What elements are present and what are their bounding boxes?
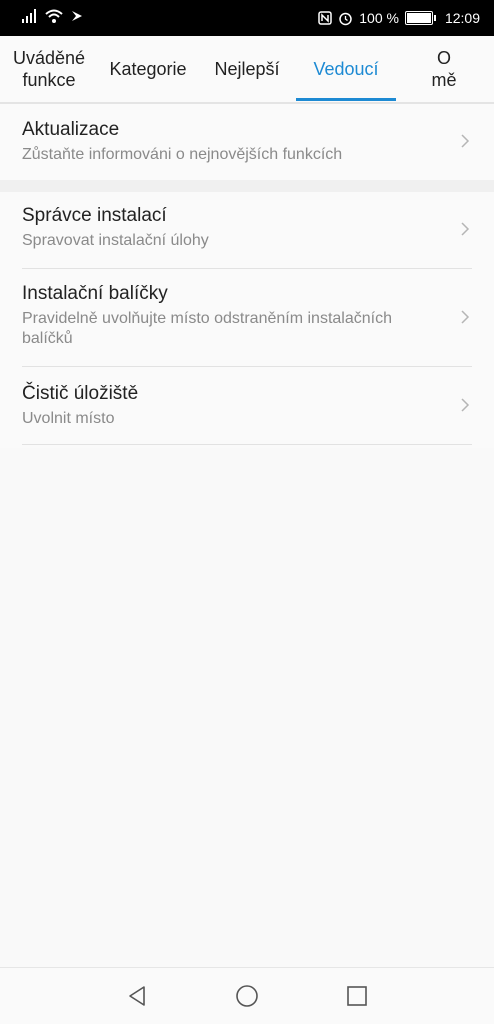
- signal-icon: [22, 9, 36, 23]
- battery-percent: 100 %: [359, 10, 399, 26]
- install-manager-row[interactable]: Správce instalací Spravovat instalační ú…: [22, 204, 472, 258]
- tab-featured[interactable]: Uváděné funkce: [4, 36, 94, 102]
- tab-categories-label: Kategorie: [109, 59, 187, 79]
- section-divider: [0, 180, 494, 192]
- tab-top-label: Nejlepší: [214, 59, 280, 79]
- install-packages-title: Instalační balíčky: [22, 283, 168, 304]
- updates-row[interactable]: Aktualizace Zůstaňte informováni o nejno…: [22, 118, 472, 168]
- recents-icon[interactable]: [345, 984, 369, 1008]
- chevron-right-icon: [461, 134, 470, 148]
- row-divider: [22, 366, 472, 367]
- row-divider: [22, 268, 472, 269]
- updates-section: Aktualizace Zůstaňte informováni o nejno…: [0, 104, 494, 180]
- install-packages-subtitle: Pravidelně uvolňujte místo odstraněním i…: [22, 310, 392, 347]
- tab-featured-label: Uváděné funkce: [12, 48, 86, 90]
- chevron-right-icon: [461, 222, 470, 236]
- tab-me-label: O mě: [431, 48, 457, 90]
- tab-leading[interactable]: Vedoucí: [296, 36, 396, 102]
- home-icon[interactable]: [235, 984, 259, 1008]
- chevron-right-icon: [461, 398, 470, 412]
- battery-icon: [404, 11, 436, 25]
- install-manager-title: Správce instalací: [22, 205, 167, 226]
- wifi-icon: [45, 9, 63, 23]
- clock: 12:09: [444, 10, 480, 26]
- install-packages-row[interactable]: Instalační balíčky Pravidelně uvolňujte …: [22, 282, 472, 347]
- storage-cleaner-title: Čistič úložiště: [22, 383, 139, 404]
- status-bar: 100 % 12:09: [0, 0, 494, 36]
- tab-me[interactable]: O mě: [414, 36, 474, 102]
- tab-bar: Uváděné funkce Kategorie Nejlepší Vedouc…: [0, 36, 494, 104]
- active-tab-indicator: [296, 98, 396, 101]
- tab-leading-label: Vedoucí: [313, 59, 379, 79]
- nfc-icon: [318, 11, 332, 25]
- chevron-right-icon: [461, 310, 470, 324]
- tools-section: Správce instalací Spravovat instalační ú…: [0, 192, 494, 448]
- storage-cleaner-subtitle: Uvolnit místo: [22, 410, 115, 427]
- install-manager-subtitle: Spravovat instalační úlohy: [22, 232, 209, 249]
- navigation-bar: [0, 967, 494, 1024]
- tab-categories[interactable]: Kategorie: [100, 36, 196, 102]
- updates-subtitle: Zůstaňte informováni o nejnovějších funk…: [22, 146, 343, 163]
- storage-cleaner-row[interactable]: Čistič úložiště Uvolnit místo: [22, 382, 472, 436]
- notification-icon: [72, 11, 82, 21]
- row-divider: [22, 444, 472, 445]
- alarm-icon: [339, 12, 352, 25]
- updates-title: Aktualizace: [22, 119, 120, 140]
- tab-top[interactable]: Nejlepší: [204, 36, 290, 102]
- back-icon[interactable]: [125, 984, 149, 1008]
